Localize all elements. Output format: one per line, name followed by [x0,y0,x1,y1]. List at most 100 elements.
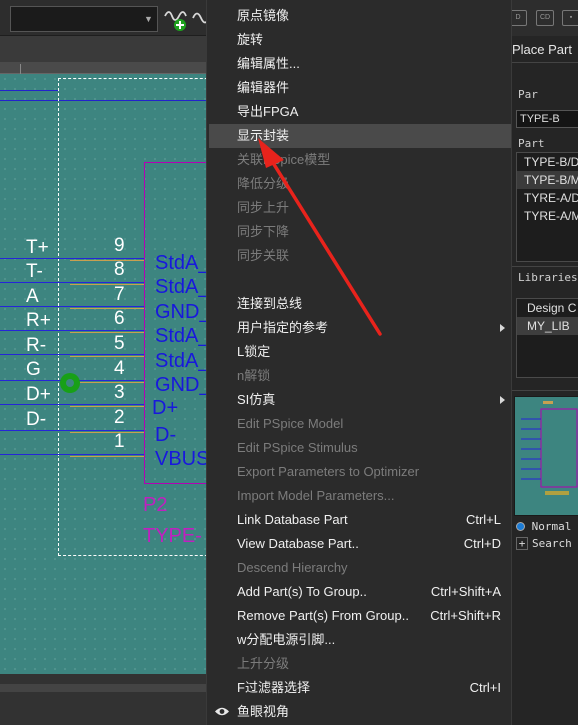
pin-wire [0,330,144,331]
right-toolbar: D CD ▪ [509,0,578,36]
radio-selected-icon[interactable] [516,522,525,531]
pin-name: D+ [152,397,179,419]
menu-item[interactable]: L锁定 [209,340,511,364]
list-item[interactable]: TYRE-A/D [517,189,578,207]
pin-line [70,332,144,333]
pin-line [70,356,144,357]
menu-item[interactable]: 旋转 [209,28,511,52]
pin-line [70,456,144,457]
menu-item[interactable]: 连接到总线 [209,292,511,316]
net-label[interactable]: G [26,360,41,380]
menu-item[interactable]: Add Part(s) To Group.. Ctrl+Shift+A [209,580,511,604]
menu-item: n解锁 [237,368,271,383]
tool-icon[interactable]: CD [536,10,554,26]
pin-name: StdA_ [155,276,210,298]
wire [0,90,58,91]
list-item[interactable]: TYPE-B/D [517,153,578,171]
menu-item[interactable]: w分配电源引脚... [209,628,511,652]
chevron-down-icon[interactable]: ▼ [144,14,154,24]
view-mode-radio[interactable]: Normal [516,520,578,533]
pin-wire [0,454,144,455]
pin-number: 3 [114,382,125,403]
menu-item[interactable]: 鱼眼视角 [209,700,511,724]
menu-item: Edit PSpice Stimulus [237,440,358,455]
tool-icon[interactable]: ▪ [562,10,578,26]
part-reference[interactable]: P2 [143,494,167,516]
pin-name: VBUS [155,448,210,470]
pin-line [70,406,144,407]
pin-number: 9 [114,235,125,256]
menu-item[interactable]: View Database Part.. Ctrl+D [209,532,511,556]
search-section[interactable]: + Search [516,537,572,550]
list-item[interactable]: TYRE-A/M [517,207,578,225]
menu-item[interactable]: 用户指定的参考 [209,316,511,340]
net-label[interactable]: D+ [26,385,51,405]
pin-name: GND_ [155,374,210,396]
menu-item-show-footprint[interactable]: 显示封装 [209,124,511,148]
menu-item[interactable]: 导出FPGA [209,100,511,124]
net-label[interactable]: D- [26,410,46,430]
expand-icon[interactable]: + [516,537,528,550]
pin-wire [0,306,144,307]
menu-item: 同步上升 [237,200,290,215]
libraries-label: Libraries: [518,271,578,284]
pin-wire [0,282,144,283]
list-item[interactable]: MY_LIB [517,317,578,335]
tab-strip [0,36,210,62]
net-label[interactable]: T- [26,262,43,282]
pin-line [70,382,144,383]
menu-item[interactable]: Link Database Part Ctrl+L [209,508,511,532]
menu-item[interactable]: SI仿真 [209,388,511,412]
pin-number: 4 [114,358,125,379]
context-menu: 原点镜像 旋转 编辑属性... 编辑器件 导出FPGA 显示封装 关联PSpic… [206,0,512,725]
net-label[interactable]: T+ [26,238,49,258]
menu-item[interactable]: F过滤器选择 Ctrl+I [209,676,511,700]
net-label[interactable]: A [26,287,39,307]
pin-number: 2 [114,407,125,428]
part-value[interactable]: TYPE- [143,525,202,547]
menu-item: 上升分级 [237,656,290,671]
pin-wire [0,404,144,405]
part-label: Par [518,88,538,101]
pin-number: 5 [114,333,125,354]
pin-line [70,284,144,285]
pin-name: D- [155,424,177,446]
part-list[interactable]: TYPE-B/D TYPE-B/M TYRE-A/D TYRE-A/M [516,152,578,262]
toolbar: ▼ [0,0,210,36]
pin-line [70,432,144,433]
panel-title: Place Part [512,42,572,57]
part-preview [514,396,578,516]
menu-item[interactable]: 原点镜像 [209,4,511,28]
pin-name: GND_ [155,301,210,323]
pin-name: StdA_ [155,252,210,274]
view-mode-label: Normal [531,520,572,533]
pin-number: 8 [114,259,125,280]
schematic-canvas[interactable]: T+ T- A R+ R- G D+ D- 9 8 7 6 5 4 3 2 1 … [0,74,210,674]
part-body-outline[interactable] [144,162,210,484]
search-label: Search [532,537,572,550]
status-bar [0,674,210,725]
net-label[interactable]: R- [26,336,46,356]
menu-item[interactable]: 编辑器件 [209,76,511,100]
library-list[interactable]: Design C MY_LIB [516,298,578,378]
menu-item[interactable]: 编辑属性... [209,52,511,76]
net-label[interactable]: R+ [26,311,51,331]
menu-item: Export Parameters to Optimizer [237,464,420,479]
place-net-icon[interactable] [163,4,191,32]
menu-item[interactable]: Remove Part(s) From Group.. Ctrl+Shift+R [209,604,511,628]
toolbar-combo[interactable]: ▼ [10,6,158,32]
pin-name: StdA_ [155,350,210,372]
part-list-label: Part [518,137,545,150]
menu-item: 同步关联 [237,248,290,263]
menu-item: 降低分级 [237,176,290,191]
list-item[interactable]: TYPE-B/M [517,171,578,189]
submenu-arrow-icon [500,396,505,404]
menu-item: Import Model Parameters... [237,488,395,503]
junction-dot [60,373,80,393]
pin-number: 1 [114,431,125,452]
pin-line [70,260,144,261]
list-item[interactable]: Design C [517,299,578,317]
menu-item: 关联PSpice模型 [237,152,331,167]
part-name-input[interactable]: TYPE-B [516,110,578,128]
menu-item: Edit PSpice Model [237,416,344,431]
